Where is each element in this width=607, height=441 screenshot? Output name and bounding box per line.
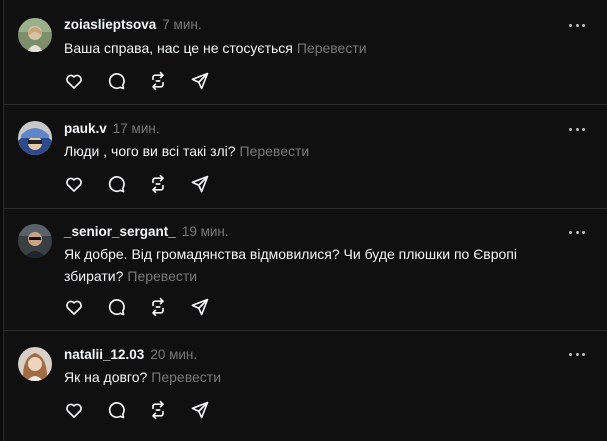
share-send-icon[interactable]: [190, 297, 210, 317]
avatar[interactable]: [18, 224, 52, 258]
comment-item: pauk.v 17 мин. Люди , чого ви всі такі зл…: [4, 105, 607, 208]
more-options-icon[interactable]: [569, 17, 585, 33]
timestamp[interactable]: 17 мин.: [113, 121, 160, 136]
repost-icon[interactable]: [148, 174, 168, 194]
comment-text: Як добре. Від громадянства відмовилися? …: [64, 243, 554, 287]
like-heart-icon[interactable]: [64, 174, 84, 194]
comment-header: _senior_sergant_ 19 мин.: [64, 223, 229, 241]
timestamp[interactable]: 20 мин.: [150, 347, 197, 362]
reply-bubble-icon[interactable]: [106, 71, 126, 91]
more-options-icon[interactable]: [569, 224, 585, 240]
comments-feed: zoiaslieptsova 7 мин. Ваша справа, нас це…: [4, 0, 607, 441]
comment-actions: [64, 297, 232, 317]
comment-item: natalii_12.03 20 мин. Як на довго? Перевес…: [4, 331, 607, 441]
comment-text: Ваша справа, нас це не стосується Перевес…: [64, 37, 554, 59]
share-send-icon[interactable]: [190, 71, 210, 91]
comment-header: pauk.v 17 мин.: [64, 120, 160, 138]
translate-link[interactable]: Перевести: [151, 369, 221, 385]
comment-body: Ваша справа, нас це не стосується: [64, 40, 293, 56]
comment-text: Як на довго? Перевести: [64, 366, 554, 388]
avatar[interactable]: [18, 121, 52, 155]
comment-item: _senior_sergant_ 19 мин. Як добре. Від гр…: [4, 209, 607, 330]
share-send-icon[interactable]: [190, 174, 210, 194]
comment-actions: [64, 174, 232, 194]
timestamp[interactable]: 7 мин.: [162, 17, 201, 32]
translate-link[interactable]: Перевести: [297, 40, 367, 56]
avatar[interactable]: [18, 18, 52, 52]
share-send-icon[interactable]: [190, 400, 210, 420]
comment-actions: [64, 71, 232, 91]
username[interactable]: _senior_sergant_: [64, 224, 176, 239]
like-heart-icon[interactable]: [64, 297, 84, 317]
repost-icon[interactable]: [148, 71, 168, 91]
more-options-icon[interactable]: [569, 346, 585, 362]
reply-bubble-icon[interactable]: [106, 174, 126, 194]
translate-link[interactable]: Перевести: [240, 143, 310, 159]
like-heart-icon[interactable]: [64, 400, 84, 420]
username[interactable]: pauk.v: [64, 121, 107, 136]
comment-header: natalii_12.03 20 мин.: [64, 346, 197, 364]
comment-item: zoiaslieptsova 7 мин. Ваша справа, нас це…: [4, 0, 607, 104]
username[interactable]: natalii_12.03: [64, 347, 144, 362]
repost-icon[interactable]: [148, 297, 168, 317]
comment-body: Люди , чого ви всі такі злі?: [64, 143, 236, 159]
more-options-icon[interactable]: [569, 121, 585, 137]
comment-body: Як на довго?: [64, 369, 148, 385]
timestamp[interactable]: 19 мин.: [182, 224, 229, 239]
like-heart-icon[interactable]: [64, 71, 84, 91]
translate-link[interactable]: Перевести: [127, 268, 197, 284]
reply-bubble-icon[interactable]: [106, 297, 126, 317]
reply-bubble-icon[interactable]: [106, 400, 126, 420]
avatar[interactable]: [18, 347, 52, 381]
comment-text: Люди , чого ви всі такі злі? Перевести: [64, 140, 554, 162]
comment-actions: [64, 400, 232, 420]
comment-header: zoiaslieptsova 7 мин.: [64, 16, 202, 34]
username[interactable]: zoiaslieptsova: [64, 17, 156, 32]
repost-icon[interactable]: [148, 400, 168, 420]
